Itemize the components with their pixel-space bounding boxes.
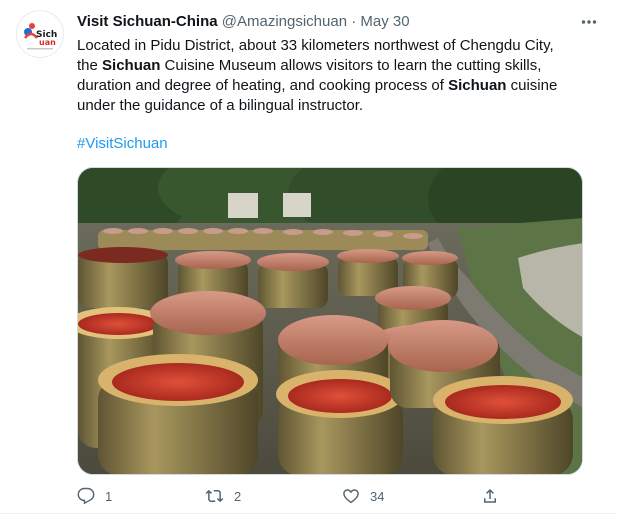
museum-jars-image xyxy=(78,168,582,474)
reply-icon xyxy=(77,487,95,505)
visit-sichuan-logo: Sich uan xyxy=(17,11,63,57)
like-count: 34 xyxy=(370,488,385,504)
retweet-count: 2 xyxy=(234,488,242,504)
like-button[interactable]: 34 xyxy=(342,487,384,505)
reply-button[interactable]: 1 xyxy=(77,487,112,505)
avatar[interactable]: Sich uan xyxy=(16,10,64,58)
retweet-button[interactable]: 2 xyxy=(205,487,241,505)
retweet-icon xyxy=(205,489,224,503)
tweet-photo[interactable] xyxy=(77,167,583,475)
tweet[interactable]: Sich uan Visit Sichuan-China @Amazingsic… xyxy=(0,0,617,514)
share-icon xyxy=(484,488,496,503)
display-name[interactable]: Visit Sichuan-China xyxy=(77,13,218,30)
share-button[interactable] xyxy=(481,487,499,505)
reply-count: 1 xyxy=(105,488,113,504)
tweet-actions: 1 2 34 xyxy=(77,485,517,507)
svg-text:uan: uan xyxy=(39,38,56,47)
tweet-date[interactable]: May 30 xyxy=(360,13,409,30)
handle[interactable]: @Amazingsichuan xyxy=(222,13,347,30)
separator: · xyxy=(347,13,361,30)
more-icon[interactable] xyxy=(575,8,603,36)
hashtag-link[interactable]: #VisitSichuan xyxy=(77,134,168,154)
like-icon xyxy=(343,489,359,504)
tweet-text: Located in Pidu District, about 33 kilom… xyxy=(77,37,558,114)
tweet-header: Visit Sichuan-China @Amazingsichuan · Ma… xyxy=(77,12,567,32)
